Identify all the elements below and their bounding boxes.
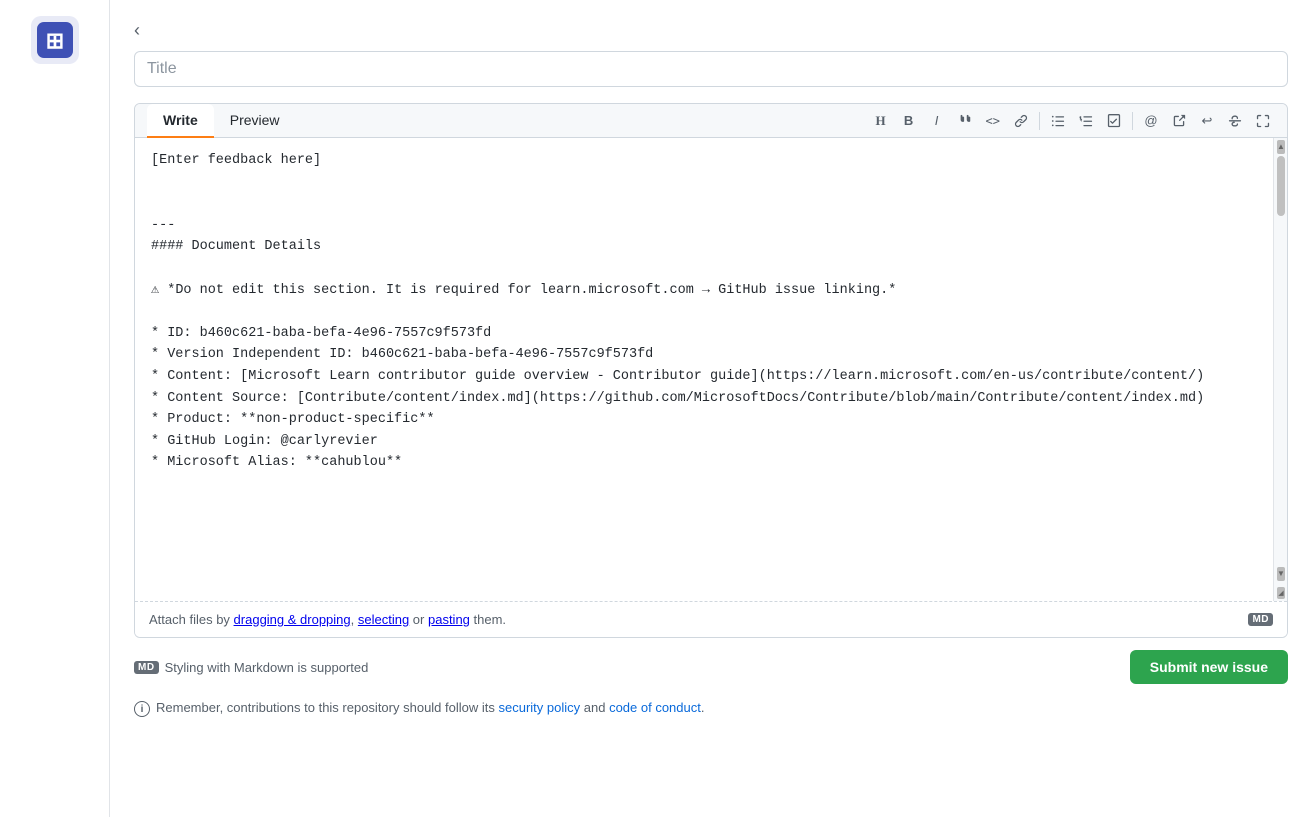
editor-body: [Enter feedback here] --- #### Document … xyxy=(135,138,1287,601)
fullscreen-btn[interactable] xyxy=(1251,109,1275,133)
back-arrow[interactable]: ‹ xyxy=(134,20,140,41)
logo: ⊞ xyxy=(31,16,79,67)
heading-btn[interactable]: H xyxy=(869,109,893,133)
scrollbar-thumb[interactable] xyxy=(1277,156,1285,216)
strikethrough-btn[interactable] xyxy=(1223,109,1247,133)
task-list-btn[interactable] xyxy=(1102,109,1126,133)
scroll-corner: ◢ xyxy=(1277,587,1285,599)
security-policy-link[interactable]: security policy xyxy=(499,700,581,715)
editor-tabs-bar: Write Preview H B I xyxy=(135,104,1287,138)
main-content: ‹ Write Preview H B I xyxy=(110,0,1312,817)
reference-btn[interactable] xyxy=(1167,109,1191,133)
editor-textarea[interactable]: [Enter feedback here] --- #### Document … xyxy=(135,138,1273,598)
editor-container: Write Preview H B I xyxy=(134,103,1288,638)
mention-btn[interactable]: @ xyxy=(1139,109,1163,133)
markdown-label: Styling with Markdown is supported xyxy=(165,660,369,675)
attach-bar: Attach files by dragging & dropping, sel… xyxy=(135,601,1287,637)
code-of-conduct-link[interactable]: code of conduct xyxy=(609,700,701,715)
footer-note-text: Remember, contributions to this reposito… xyxy=(156,700,704,715)
svg-text:⊞: ⊞ xyxy=(45,28,63,53)
info-icon: i xyxy=(134,701,150,717)
scroll-down-btn[interactable]: ▼ xyxy=(1277,567,1285,581)
footer-left: MD Styling with Markdown is supported xyxy=(134,660,368,675)
submit-new-issue-button[interactable]: Submit new issue xyxy=(1130,650,1288,684)
editor-toolbar: H B I <> xyxy=(869,109,1275,133)
code-btn[interactable]: <> xyxy=(981,109,1005,133)
bold-btn[interactable]: B xyxy=(897,109,921,133)
scroll-up-btn[interactable]: ▲ xyxy=(1277,140,1285,154)
write-tab[interactable]: Write xyxy=(147,104,214,138)
title-input[interactable] xyxy=(134,51,1288,87)
selecting-link[interactable]: selecting xyxy=(358,612,409,627)
undo-btn[interactable]: ↩ xyxy=(1195,109,1219,133)
md-badge-attach: MD xyxy=(1248,613,1273,626)
preview-tab[interactable]: Preview xyxy=(214,104,296,138)
drag-drop-link[interactable]: dragging & dropping xyxy=(234,612,351,627)
sidebar: ⊞ xyxy=(0,0,110,817)
attach-text: Attach files by dragging & dropping, sel… xyxy=(149,612,506,627)
footer-bar: MD Styling with Markdown is supported Su… xyxy=(134,650,1288,684)
unordered-list-btn[interactable] xyxy=(1046,109,1070,133)
italic-btn[interactable]: I xyxy=(925,109,949,133)
ordered-list-btn[interactable] xyxy=(1074,109,1098,133)
md-badge-footer: MD xyxy=(134,661,159,674)
pasting-link[interactable]: pasting xyxy=(428,612,470,627)
scrollbar-track[interactable]: ▲ ▼ ◢ xyxy=(1273,138,1287,601)
quote-btn[interactable] xyxy=(953,109,977,133)
footer-note: i Remember, contributions to this reposi… xyxy=(134,700,1288,717)
link-btn[interactable] xyxy=(1009,109,1033,133)
